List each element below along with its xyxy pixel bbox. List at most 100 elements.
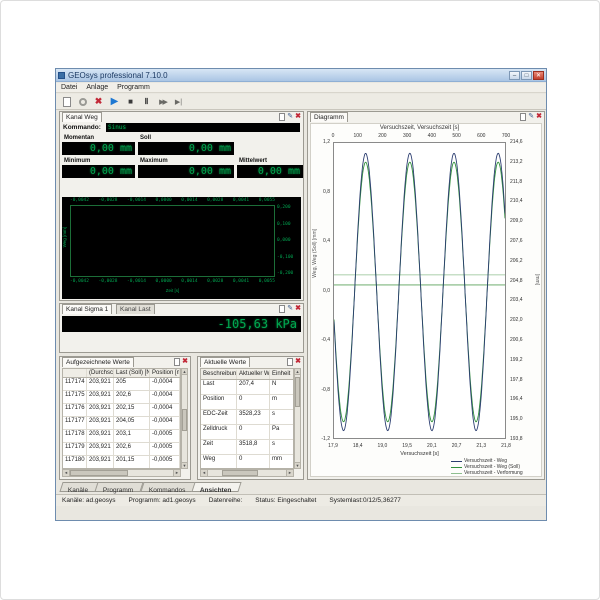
table-row[interactable]: Position0m <box>201 395 293 410</box>
detach-panel-icon[interactable] <box>279 305 285 313</box>
sigma-display: -105,63 kPa <box>62 316 301 332</box>
axis-tick-label: 200 <box>373 133 391 139</box>
edit-icon[interactable]: ✎ <box>287 305 293 313</box>
axis-tick-label: 200,6 <box>510 337 532 343</box>
close-panel-icon[interactable]: ✖ <box>182 358 188 366</box>
tab-kanal-weg[interactable]: Kanal Weg <box>62 112 102 122</box>
scope-plot-frame <box>70 205 275 277</box>
table-cell: m <box>270 395 294 409</box>
detach-panel-icon[interactable] <box>520 113 526 121</box>
vertical-scrollbar[interactable]: ▲ ▼ <box>181 368 188 469</box>
start-test-icon[interactable]: ▶ <box>108 95 121 108</box>
close-button[interactable]: ✕ <box>533 71 544 80</box>
column-header[interactable]: Beschreibung <box>201 370 237 379</box>
scrollbar-thumb[interactable] <box>295 377 300 407</box>
scroll-right-arrow[interactable]: ► <box>173 470 180 476</box>
table-row[interactable]: 117178203,921203,1-0,0005 <box>63 430 180 443</box>
table-row[interactable]: Zeit3518,8s <box>201 440 293 455</box>
axis-tick-label: 195,0 <box>510 416 532 422</box>
kommando-label: Kommando: <box>63 124 101 131</box>
view-tab[interactable]: Ansichten <box>191 482 242 492</box>
scroll-up-arrow[interactable]: ▲ <box>182 369 187 375</box>
maximum-display: 0,00 mm <box>138 165 234 178</box>
scrollbar-thumb[interactable] <box>222 470 258 476</box>
tab-kanal-last[interactable]: Kanal Last <box>116 304 155 314</box>
table-row[interactable]: Zelldruck0Pa <box>201 425 293 440</box>
recorded-values-table: (Durchschnitt)Last (Soll) [N]Position [m… <box>62 368 181 469</box>
panel-toolbar: ✖ <box>174 358 188 366</box>
scope-y-tick: 0,000 <box>277 238 291 243</box>
tab-aktuelle-werte[interactable]: Aktuelle Werte <box>200 357 250 367</box>
table-cell: 201,15 <box>114 456 150 468</box>
table-row[interactable]: EDC-Zeit3528,23s <box>201 410 293 425</box>
table-row[interactable]: Weg0mm <box>201 455 293 469</box>
stop-icon[interactable]: ■ <box>124 95 137 108</box>
detach-panel-icon[interactable] <box>287 358 293 366</box>
table-row[interactable]: Last207,4N <box>201 380 293 395</box>
scroll-left-arrow[interactable]: ◄ <box>63 470 70 476</box>
scrollbar-thumb[interactable] <box>70 470 128 476</box>
close-panel-icon[interactable]: ✖ <box>536 113 542 121</box>
view-tab[interactable]: Kommandos <box>140 482 196 492</box>
close-panel-icon[interactable]: ✖ <box>295 305 301 313</box>
scrollbar-thumb[interactable] <box>182 409 187 431</box>
fast-forward-icon[interactable]: ▶▶ <box>156 95 169 108</box>
horizontal-scrollbar[interactable]: ◄ ► <box>200 469 294 477</box>
maximize-button[interactable]: □ <box>521 71 532 80</box>
menu-item-datei[interactable]: Datei <box>61 84 77 91</box>
refresh-icon[interactable] <box>76 95 89 108</box>
tab-aufgezeichnete-werte[interactable]: Aufgezeichnete Werte <box>62 357 134 367</box>
table-cell: 0 <box>237 455 270 469</box>
axis-tick-label: 199,2 <box>510 357 532 363</box>
scroll-right-arrow[interactable]: ► <box>286 470 293 476</box>
scope-y-tick: -0,200 <box>277 271 293 276</box>
circle-glyph <box>79 98 87 106</box>
chart-series-svg <box>334 143 505 438</box>
menu-item-anlage[interactable]: Anlage <box>86 84 108 91</box>
axis-tick-label: 400 <box>423 133 441 139</box>
scroll-left-arrow[interactable]: ◄ <box>201 470 208 476</box>
scope-y-tick: 0,100 <box>277 222 291 227</box>
table-row[interactable]: 117175203,921202,6-0,0004 <box>63 391 180 404</box>
view-tab[interactable]: Programm <box>95 482 145 492</box>
scroll-down-arrow[interactable]: ▼ <box>295 462 300 468</box>
skip-to-end-icon[interactable]: ▶| <box>172 95 185 108</box>
column-header[interactable]: Einheit <box>270 370 294 379</box>
delete-icon[interactable]: ✖ <box>92 95 105 108</box>
horizontal-scrollbar[interactable]: ◄ ► <box>62 469 181 477</box>
table-row[interactable]: 117177203,921204,05-0,0004 <box>63 417 180 430</box>
detach-panel-icon[interactable] <box>174 358 180 366</box>
edit-icon[interactable]: ✎ <box>287 113 293 121</box>
tab-kanal-sigma-1[interactable]: Kanal Sigma 1 <box>62 304 112 314</box>
table-cell: Weg <box>201 455 237 469</box>
vertical-scrollbar[interactable]: ▲ ▼ <box>294 368 301 469</box>
tab-diagramm[interactable]: Diagramm <box>310 112 348 122</box>
column-header[interactable]: Aktueller Wert <box>237 370 270 379</box>
table-cell: -0,0005 <box>150 456 180 468</box>
table-cell: 203,921 <box>87 443 114 455</box>
close-panel-icon[interactable]: ✖ <box>295 358 301 366</box>
table-row[interactable]: 117176203,921202,15-0,0004 <box>63 404 180 417</box>
scroll-track[interactable] <box>258 470 286 476</box>
title-bar[interactable]: GEOsys professional 7.10.0 – □ ✕ <box>56 69 546 82</box>
detach-panel-icon[interactable] <box>279 113 285 121</box>
column-header[interactable]: (Durchschnitt) <box>87 369 114 377</box>
minimize-button[interactable]: – <box>509 71 520 80</box>
scroll-track[interactable] <box>208 470 222 476</box>
edit-icon[interactable]: ✎ <box>528 113 534 121</box>
table-row[interactable]: 117174203,921205-0,0004 <box>63 378 180 391</box>
new-document-icon[interactable] <box>60 95 73 108</box>
view-tab[interactable]: Kanäle <box>59 482 98 492</box>
scroll-down-arrow[interactable]: ▼ <box>182 462 187 468</box>
column-header[interactable] <box>63 369 87 377</box>
column-header[interactable]: Last (Soll) [N] <box>114 369 150 377</box>
menu-item-programm[interactable]: Programm <box>117 84 150 91</box>
pause-icon[interactable]: Ⅱ <box>140 95 153 108</box>
scroll-up-arrow[interactable]: ▲ <box>295 369 300 375</box>
close-panel-icon[interactable]: ✖ <box>295 113 301 121</box>
table-row[interactable]: 117179203,921202,6-0,0005 <box>63 443 180 456</box>
table-row[interactable]: 117180203,921201,15-0,0005 <box>63 456 180 469</box>
table-cell: EDC-Zeit <box>201 410 237 424</box>
scroll-track[interactable] <box>128 470 173 476</box>
column-header[interactable]: Position [mm] <box>150 369 180 377</box>
